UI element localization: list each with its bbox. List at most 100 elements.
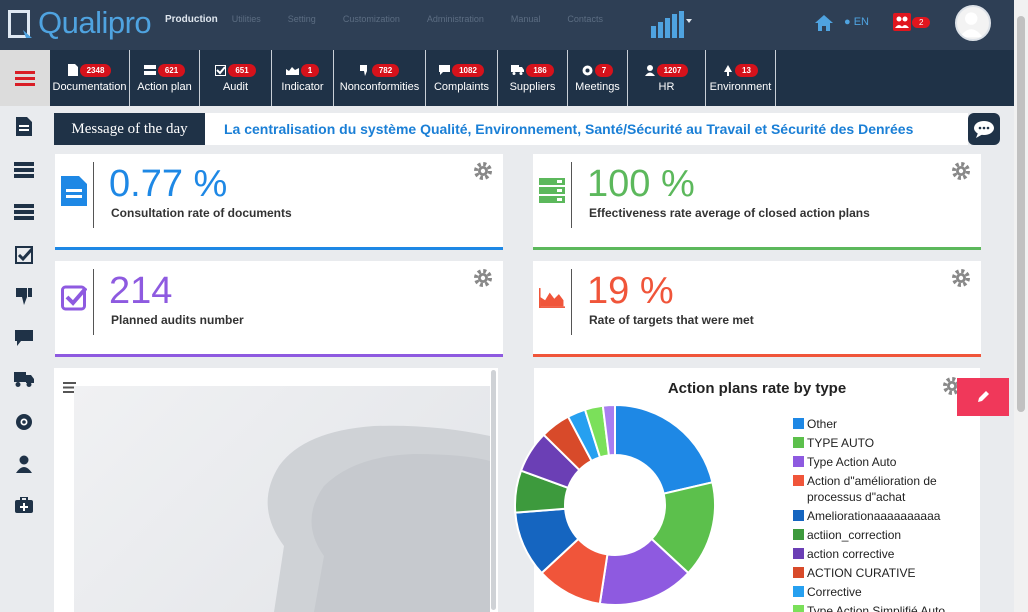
scrollbar-thumb[interactable] <box>1017 16 1025 412</box>
sidebar-item-audit[interactable] <box>14 245 34 265</box>
users-icon[interactable] <box>893 13 911 31</box>
module-suppliers[interactable]: 186 Suppliers <box>498 50 568 106</box>
module-indicator[interactable]: 1 Indicator <box>272 50 334 106</box>
gear-icon[interactable] <box>473 268 493 288</box>
legend-item[interactable]: Type Action Auto <box>793 454 973 470</box>
panel-scrollbar[interactable] <box>491 370 496 610</box>
document-icon <box>67 64 78 76</box>
legend-label: TYPE AUTO <box>807 436 875 450</box>
legend-label: Type Action Simplifié Auto <box>807 604 946 612</box>
module-documentation[interactable]: 2348 Documentation <box>50 50 130 106</box>
legend-item[interactable]: Ameliorationaaaaaaaaaa <box>793 508 973 524</box>
badge-count: 782 <box>371 63 400 77</box>
badge-count: 7 <box>594 63 614 77</box>
avatar[interactable] <box>955 5 991 41</box>
module-label: Environment <box>709 81 772 93</box>
topnav-contacts[interactable]: Contacts <box>567 14 603 25</box>
language-label: EN <box>853 16 869 28</box>
module-audit[interactable]: 651 Audit <box>200 50 272 106</box>
legend-item[interactable]: action corrective <box>793 546 973 562</box>
truck-icon <box>511 65 525 75</box>
user-icon <box>644 64 655 76</box>
module-label: Meetings <box>575 81 620 93</box>
map-silhouette <box>267 425 490 612</box>
module-environment[interactable]: 13 Environment <box>706 50 776 106</box>
page-scrollbar[interactable] <box>1014 0 1028 612</box>
gear-icon[interactable] <box>951 161 971 181</box>
divider <box>93 162 94 228</box>
legend-label: action corrective <box>807 547 895 561</box>
module-meetings[interactable]: 7 Meetings <box>568 50 628 106</box>
language-selector[interactable]: ● EN <box>844 16 869 28</box>
logo-text: Qualipro <box>38 5 152 40</box>
check-square-icon <box>215 64 227 76</box>
badge-count: 1 <box>300 63 320 77</box>
gear-icon[interactable] <box>951 268 971 288</box>
module-action-plan[interactable]: 621 Action plan <box>130 50 200 106</box>
logo[interactable]: Qualipro <box>8 5 156 40</box>
thumbs-down-icon <box>16 287 32 305</box>
badge-count: 186 <box>526 63 554 77</box>
tree-icon <box>724 64 733 76</box>
legend-swatch <box>793 605 804 612</box>
donut-chart <box>514 403 716 606</box>
map-image <box>74 386 490 612</box>
legend-label: Ameliorationaaaaaaaaaa <box>807 509 941 523</box>
module-hr[interactable]: 1207 HR <box>628 50 706 106</box>
legend-swatch <box>793 437 804 448</box>
gear-icon[interactable] <box>473 161 493 181</box>
divider <box>571 269 572 335</box>
sidebar-item-nonconformities[interactable] <box>14 286 34 306</box>
bar-chart-dropdown-icon[interactable] <box>649 10 693 40</box>
module-nonconformities[interactable]: 782 Nonconformities <box>334 50 426 106</box>
divider <box>571 162 572 228</box>
sidebar-item-health-safety[interactable] <box>14 495 34 515</box>
card-accent-bar <box>533 354 981 357</box>
home-icon[interactable] <box>814 14 834 32</box>
legend-swatch <box>793 456 804 467</box>
sidebar-item-complaints[interactable] <box>14 328 34 348</box>
topnav-manual[interactable]: Manual <box>511 14 541 25</box>
menu-toggle-button[interactable] <box>0 50 50 106</box>
legend-label: Corrective <box>807 585 862 599</box>
legend-swatch <box>793 475 804 486</box>
sidebar-item-action-plan[interactable] <box>14 160 34 180</box>
check-square-icon <box>15 246 33 264</box>
topnav-utilities[interactable]: Utilities <box>232 14 261 25</box>
area-chart-icon <box>539 288 565 308</box>
stat-card-effectiveness: 100 % Effectiveness rate average of clos… <box>533 154 981 250</box>
legend-item[interactable]: ACTION CURATIVE <box>793 565 973 581</box>
card-accent-bar <box>55 354 503 357</box>
legend-item[interactable]: TYPE AUTO <box>793 435 973 451</box>
card-accent-bar <box>55 247 503 250</box>
legend-item[interactable]: Other <box>793 416 973 432</box>
legend-swatch <box>793 529 804 540</box>
comment-icon <box>439 65 451 75</box>
donut-slice[interactable] <box>614 403 714 495</box>
comment-icon <box>15 330 33 346</box>
sidebar-item-suppliers[interactable] <box>14 369 34 389</box>
legend-item[interactable]: Type Action Simplifié Auto <box>793 603 973 612</box>
sidebar-item-meetings[interactable] <box>14 412 34 432</box>
edit-button[interactable] <box>957 378 1009 416</box>
module-complaints[interactable]: 1082 Complaints <box>426 50 498 106</box>
topnav-administration[interactable]: Administration <box>427 14 484 25</box>
topnav-production[interactable]: Production <box>165 14 218 25</box>
legend-label: ACTION CURATIVE <box>807 566 916 580</box>
stat-value: 19 % <box>587 270 674 312</box>
module-label: Complaints <box>433 81 490 93</box>
chat-button[interactable] <box>968 113 1000 145</box>
sidebar-item-action-plan-2[interactable] <box>14 202 34 222</box>
topnav-setting[interactable]: Setting <box>288 14 316 25</box>
legend-item[interactable]: actiion_correction <box>793 527 973 543</box>
legend-item[interactable]: Action d"amélioration de processus d"ach… <box>793 473 973 505</box>
sidebar-item-hr[interactable] <box>14 454 34 474</box>
module-label: Audit <box>222 81 249 93</box>
legend-item[interactable]: Corrective <box>793 584 973 600</box>
topnav-customization[interactable]: Customization <box>343 14 400 25</box>
badge-count: 1082 <box>452 63 484 77</box>
users-badge: 2 <box>912 17 931 28</box>
chart-title: Action plans rate by type <box>667 380 847 397</box>
module-label: Suppliers <box>509 81 556 93</box>
sidebar-item-documentation[interactable] <box>14 116 34 136</box>
